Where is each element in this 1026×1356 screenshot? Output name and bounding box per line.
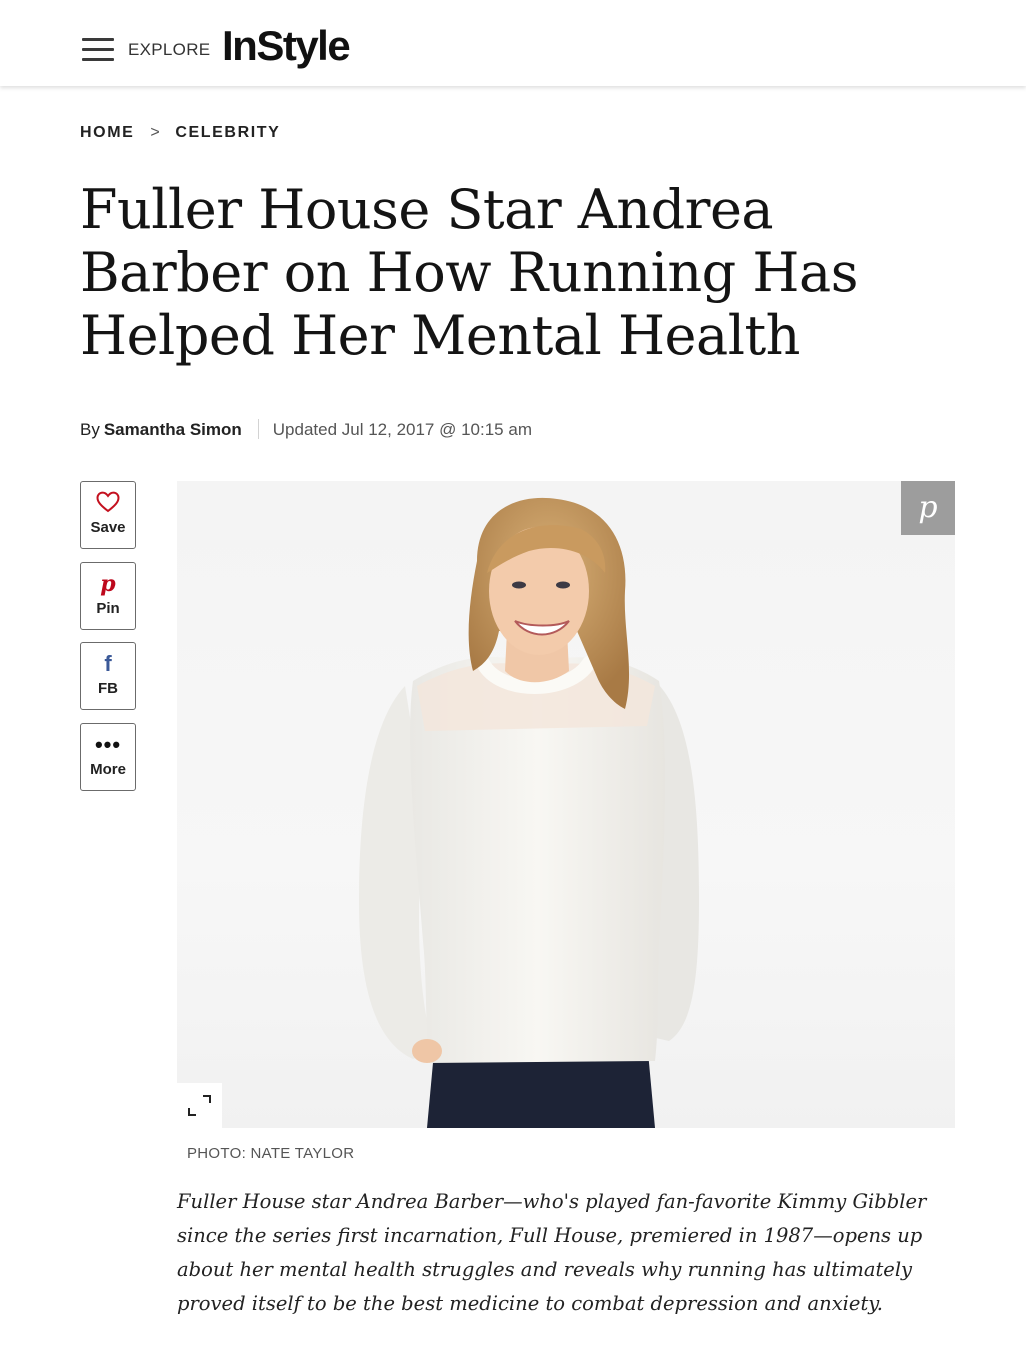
article-dek: Fuller House star Andrea Barber—who's pl… — [177, 1190, 927, 1315]
ellipsis-icon: ••• — [94, 732, 122, 757]
save-label: Save — [90, 519, 126, 536]
updated-date: Updated Jul 12, 2017 @ 10:15 am — [272, 420, 532, 439]
expand-icon — [188, 1095, 211, 1116]
explore-link[interactable]: EXPLORE — [128, 40, 210, 60]
fb-label: FB — [98, 680, 118, 697]
article-photo: p — [177, 481, 955, 1128]
breadcrumb: HOME > CELEBRITY — [80, 124, 280, 142]
author-link[interactable]: Samantha Simon — [104, 420, 242, 439]
pin-image-button[interactable]: p — [901, 481, 955, 535]
byline: By Samantha Simon Updated Jul 12, 2017 @ 1… — [80, 419, 532, 440]
article-title: Fuller House Star Andrea Barber on How R… — [80, 178, 858, 367]
expand-image-button[interactable] — [177, 1083, 222, 1128]
more-button[interactable]: ••• More — [80, 723, 136, 791]
more-label: More — [90, 761, 126, 778]
byline-divider — [257, 419, 259, 439]
breadcrumb-celebrity[interactable]: CELEBRITY — [175, 124, 280, 141]
pin-label: Pin — [96, 600, 120, 617]
heart-icon — [81, 491, 135, 515]
facebook-button[interactable]: f FB — [80, 642, 136, 710]
facebook-icon: f — [104, 651, 112, 676]
woman-portrait-image — [359, 497, 699, 1128]
pinterest-icon: p — [918, 490, 938, 525]
breadcrumb-home[interactable]: HOME — [80, 124, 134, 141]
photo-credit: PHOTO: NATE TAYLOR — [187, 1145, 355, 1162]
pinterest-icon: p — [100, 571, 116, 597]
chevron-right-icon: > — [150, 124, 162, 141]
site-logo[interactable]: InStyle — [222, 22, 351, 70]
save-button[interactable]: Save — [80, 481, 136, 549]
hamburger-icon[interactable] — [82, 38, 114, 62]
site-header: EXPLORE InStyle — [0, 0, 1026, 86]
pin-button[interactable]: p Pin — [80, 562, 136, 630]
byline-prefix: By — [80, 420, 100, 439]
